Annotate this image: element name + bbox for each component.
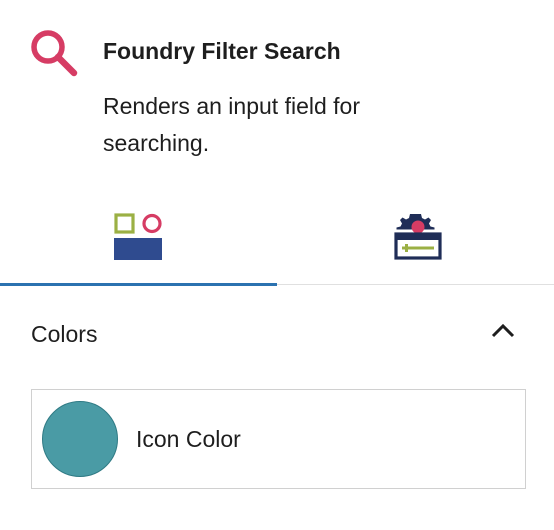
color-label: Icon Color [136,426,241,452]
active-tab-indicator [0,283,277,286]
colors-panel-title: Colors [31,321,98,347]
colors-panel-header[interactable]: Colors [0,290,554,374]
styles-icon [114,213,162,260]
panel-toggle-button[interactable] [486,318,520,344]
tab-styles[interactable] [0,196,277,286]
settings-icon [394,214,442,260]
tab-settings[interactable] [277,196,554,285]
block-card: Foundry Filter Search Renders an input f… [0,0,554,190]
color-swatch[interactable] [42,401,118,477]
chevron-up-icon [491,323,515,338]
icon-color-option[interactable]: Icon Color [31,389,526,489]
block-description: Renders an input field for searching. [103,93,360,156]
inspector-tabs [0,196,554,286]
search-icon [28,28,80,80]
block-title: Foundry Filter Search [103,38,341,64]
